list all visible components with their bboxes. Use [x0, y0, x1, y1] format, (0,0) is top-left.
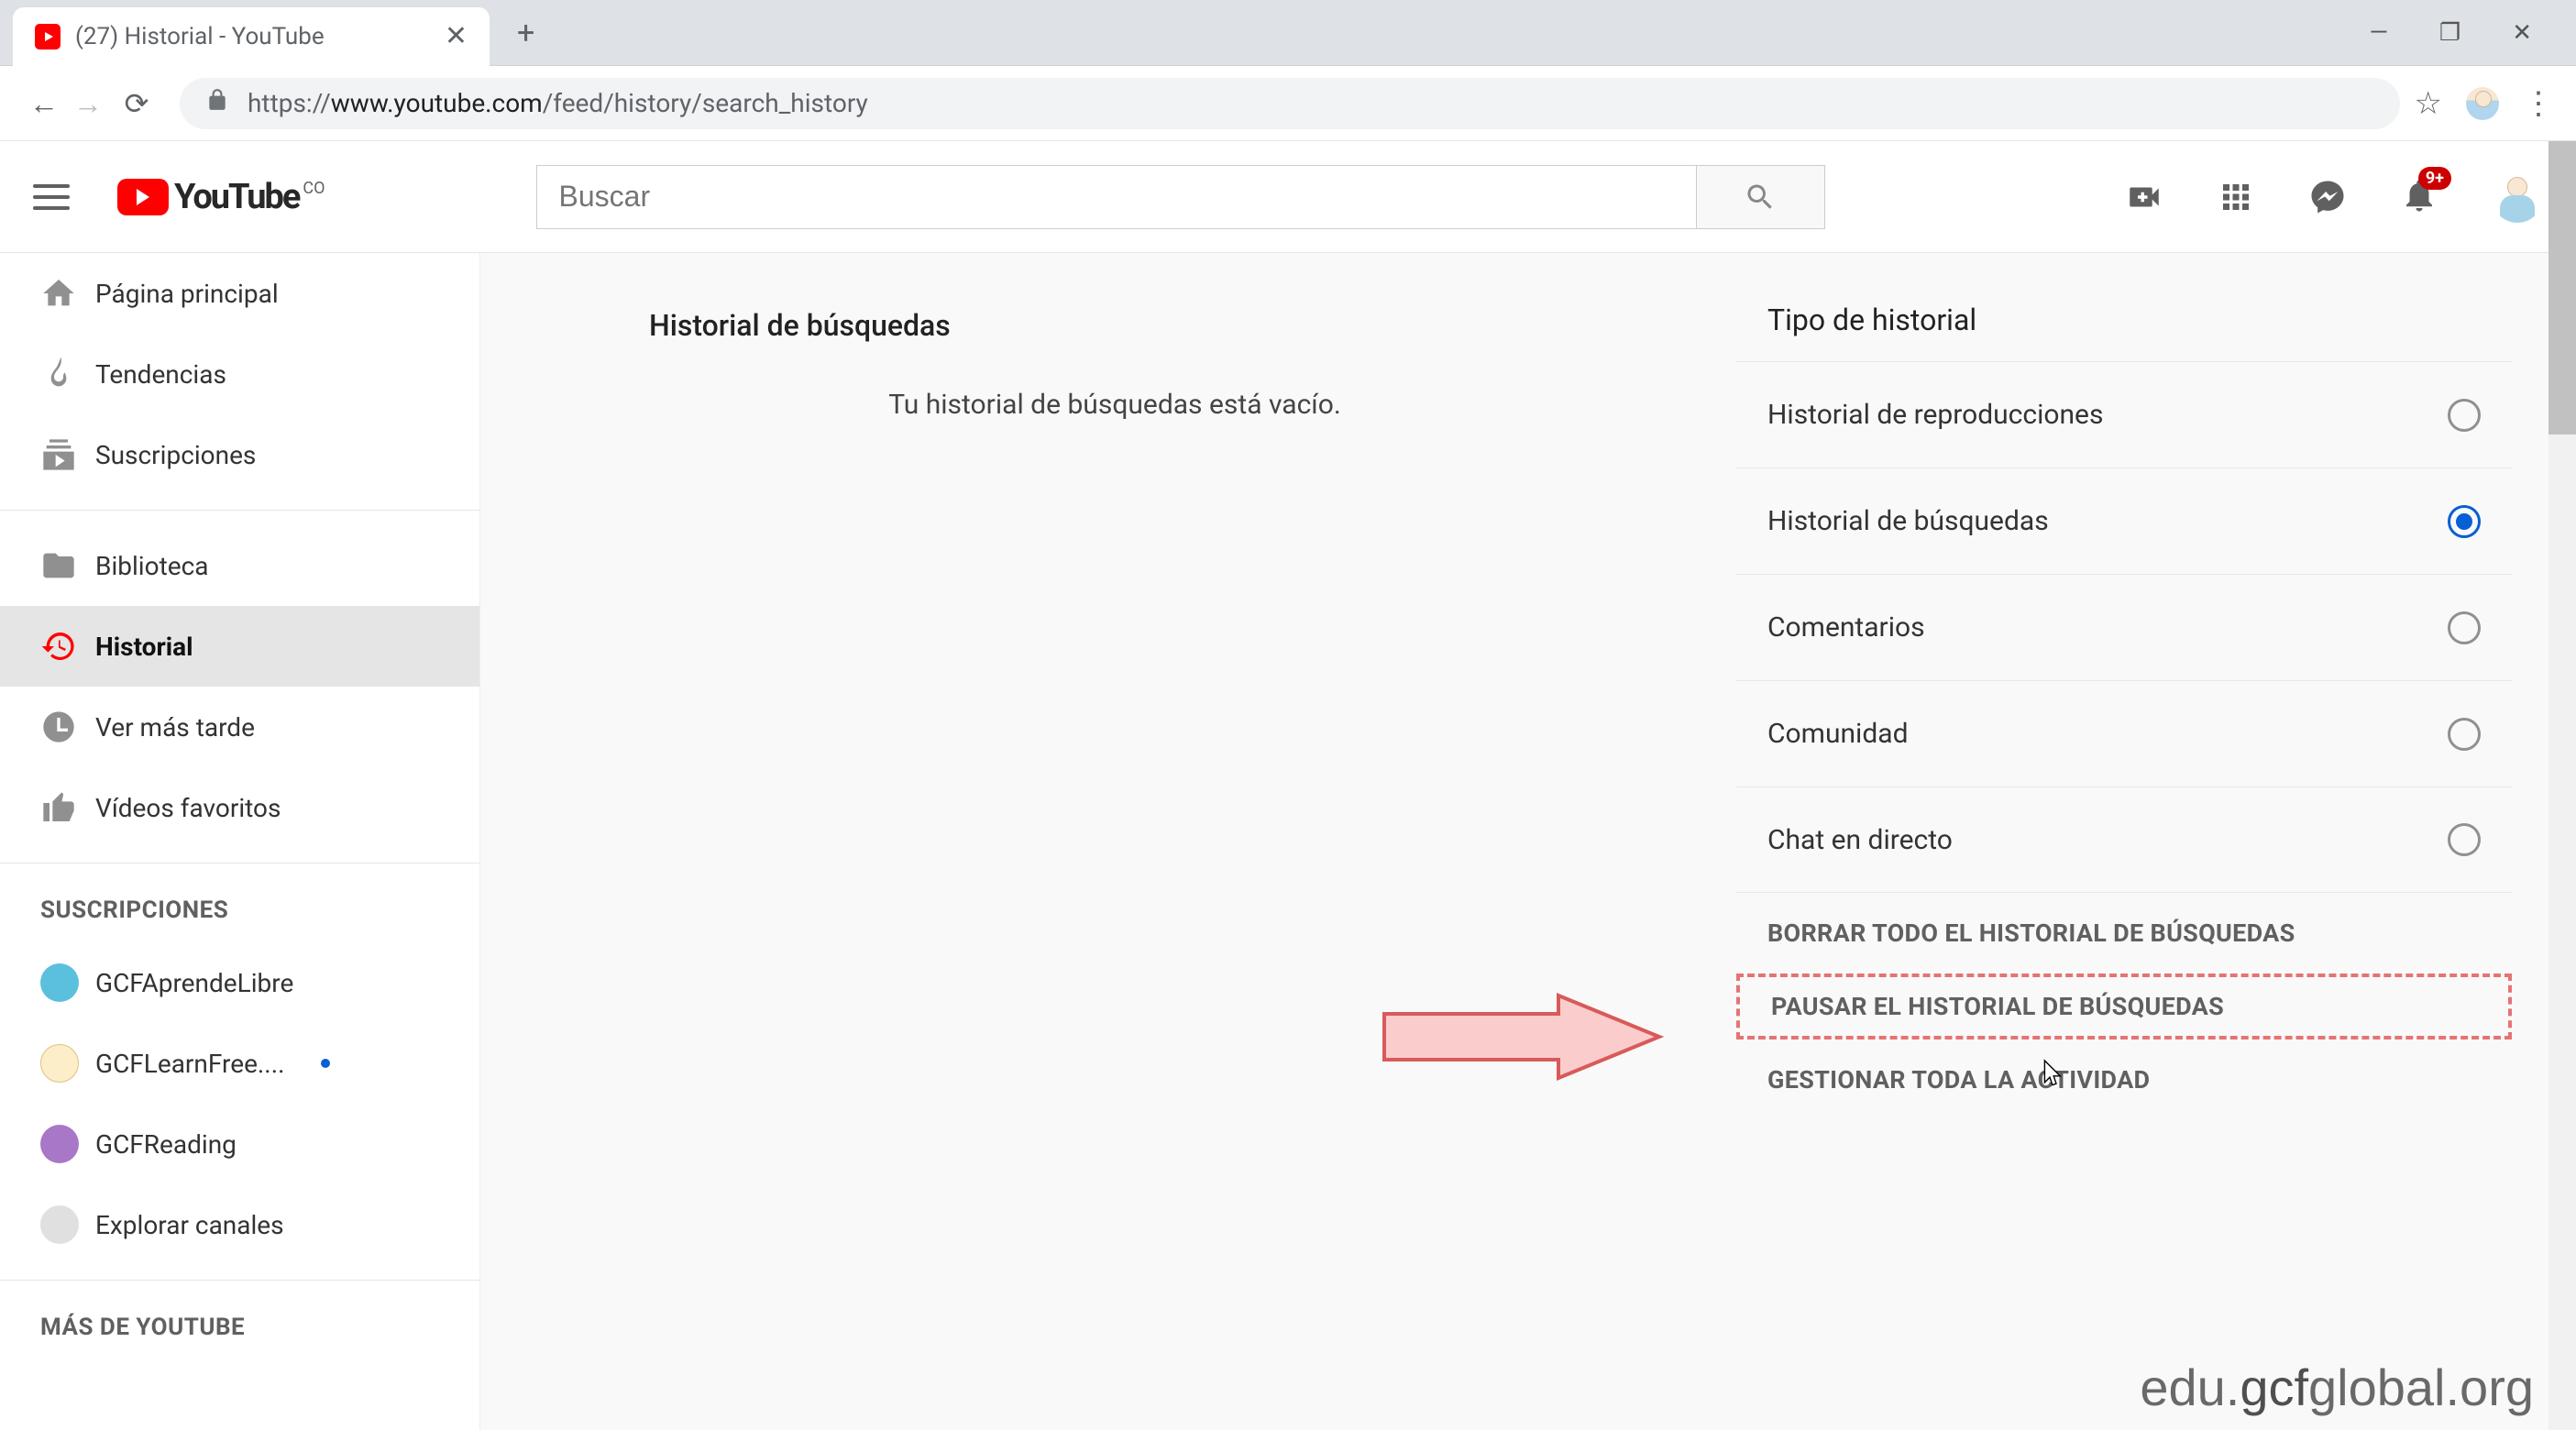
divider — [0, 863, 479, 864]
history-type-comments[interactable]: Comentarios — [1736, 574, 2512, 680]
new-content-dot — [321, 1059, 330, 1068]
clear-all-search-history-button[interactable]: BORRAR TODO EL HISTORIAL DE BÚSQUEDAS — [1736, 893, 2512, 974]
region-code: CO — [303, 179, 325, 198]
sidebar-item-library[interactable]: Biblioteca — [0, 525, 479, 606]
create-video-icon[interactable] — [2125, 178, 2163, 216]
channel-avatar-icon — [40, 1125, 79, 1163]
youtube-play-icon — [117, 179, 169, 215]
history-type-search[interactable]: Historial de búsquedas — [1736, 468, 2512, 574]
channel-avatar-icon — [40, 963, 79, 1002]
minimize-button[interactable]: — — [2370, 19, 2388, 47]
radio-icon — [2448, 823, 2481, 856]
profile-icon[interactable] — [2466, 87, 2499, 120]
history-content: Historial de búsquedas Tu historial de b… — [480, 253, 1672, 1430]
browser-tab[interactable]: (27) Historial - YouTube ✕ — [13, 7, 490, 66]
sidebar-item-liked-videos[interactable]: Vídeos favoritos — [0, 767, 479, 848]
folder-icon — [40, 547, 95, 584]
search-input[interactable] — [536, 165, 1697, 229]
sidebar-item-subscriptions[interactable]: Suscripciones — [0, 414, 479, 495]
empty-history-message: Tu historial de búsquedas está vacío. — [649, 389, 1580, 421]
more-from-youtube-heading: MÁS DE YOUTUBE — [0, 1295, 479, 1359]
bookmark-button[interactable]: ☆ — [2415, 85, 2442, 122]
browser-titlebar: (27) Historial - YouTube ✕ + — ❐ ✕ — [0, 0, 2576, 66]
radio-icon — [2448, 611, 2481, 644]
reload-button[interactable]: ⟳ — [110, 86, 163, 121]
close-tab-icon[interactable]: ✕ — [445, 20, 468, 52]
sidebar: Página principal Tendencias Suscripcione… — [0, 253, 480, 1430]
history-type-community[interactable]: Comunidad — [1736, 680, 2512, 786]
history-type-watch[interactable]: Historial de reproducciones — [1736, 361, 2512, 468]
address-bar: ← → ⟳ https://www.youtube.com/feed/histo… — [0, 66, 2576, 141]
search-button[interactable] — [1697, 165, 1825, 229]
history-icon — [40, 628, 95, 665]
search-icon — [1744, 181, 1777, 214]
channel-avatar-icon — [40, 1044, 79, 1083]
clock-icon — [40, 709, 95, 745]
page-title: Historial de búsquedas — [649, 308, 1580, 343]
divider — [0, 1280, 479, 1281]
mouse-cursor-icon — [2037, 1058, 2063, 1096]
scrollbar[interactable] — [2548, 141, 2576, 1430]
annotation-arrow-icon — [1375, 986, 1668, 1096]
apps-icon[interactable] — [2217, 178, 2255, 216]
youtube-favicon-icon — [35, 24, 61, 50]
manage-all-activity-button[interactable]: GESTIONAR TODA LA ACTIVIDAD — [1736, 1040, 2512, 1120]
url-text: https://www.youtube.com/feed/history/sea… — [248, 88, 868, 118]
url-input[interactable]: https://www.youtube.com/feed/history/sea… — [180, 78, 2400, 129]
browser-menu-button[interactable]: ⋮ — [2523, 85, 2554, 122]
history-type-heading: Tipo de historial — [1736, 302, 2512, 337]
radio-icon — [2448, 718, 2481, 751]
subscription-browse-channels[interactable]: Explorar canales — [0, 1184, 479, 1265]
subscriptions-heading: SUSCRIPCIONES — [0, 878, 479, 942]
pause-search-history-button[interactable]: PAUSAR EL HISTORIAL DE BÚSQUEDAS — [1740, 981, 2508, 1032]
subscription-gcfreading[interactable]: GCFReading — [0, 1104, 479, 1184]
watermark: edu.gcfglobal.org — [2140, 1358, 2534, 1417]
notifications-button[interactable]: 9+ — [2400, 176, 2438, 218]
history-type-panel: Tipo de historial Historial de reproducc… — [1672, 253, 2576, 1430]
maximize-button[interactable]: ❐ — [2439, 19, 2460, 47]
tab-title: (27) Historial - YouTube — [75, 23, 445, 50]
history-type-live-chat[interactable]: Chat en directo — [1736, 786, 2512, 893]
notification-badge: 9+ — [2418, 167, 2451, 190]
divider — [0, 510, 479, 511]
new-tab-button[interactable]: + — [517, 15, 534, 51]
radio-checked-icon — [2448, 505, 2481, 538]
hamburger-menu-button[interactable] — [33, 179, 70, 215]
home-icon — [40, 275, 95, 312]
annotation-highlight: PAUSAR EL HISTORIAL DE BÚSQUEDAS — [1736, 974, 2512, 1040]
channel-avatar-icon — [40, 1205, 79, 1244]
thumb-up-icon — [40, 789, 95, 826]
sidebar-item-home[interactable]: Página principal — [0, 253, 479, 334]
subscription-gcflearnfree[interactable]: GCFLearnFree.... — [0, 1023, 479, 1104]
youtube-wordmark: YouTube — [174, 177, 299, 217]
scrollbar-thumb[interactable] — [2548, 141, 2576, 434]
sidebar-item-history[interactable]: Historial — [0, 606, 479, 687]
close-window-button[interactable]: ✕ — [2512, 19, 2532, 47]
lock-icon — [205, 88, 229, 118]
sidebar-item-watch-later[interactable]: Ver más tarde — [0, 687, 479, 767]
user-avatar[interactable] — [2492, 171, 2543, 223]
messenger-icon[interactable] — [2308, 178, 2347, 216]
forward-button[interactable]: → — [66, 86, 110, 121]
radio-icon — [2448, 399, 2481, 432]
sidebar-item-trending[interactable]: Tendencias — [0, 334, 479, 414]
subscription-gcfaprendelibre[interactable]: GCFAprendeLibre — [0, 942, 479, 1023]
back-button[interactable]: ← — [22, 86, 66, 121]
youtube-logo[interactable]: YouTube CO — [117, 177, 325, 217]
subscriptions-icon — [40, 436, 95, 473]
fire-icon — [40, 356, 95, 392]
youtube-header: YouTube CO 9+ — [0, 141, 2576, 253]
